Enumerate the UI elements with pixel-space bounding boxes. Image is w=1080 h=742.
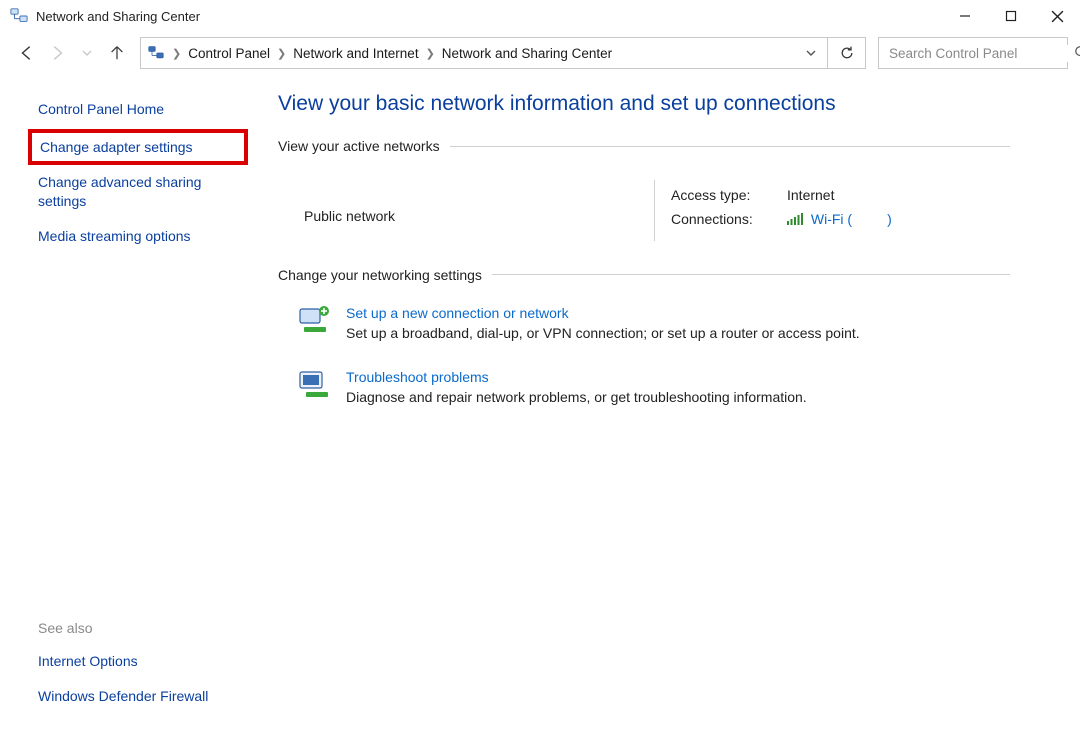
redacted-ssid: xxxxx [852,211,887,227]
option-troubleshoot: Troubleshoot problems Diagnose and repai… [298,359,1010,423]
wifi-connection-link[interactable]: Wi-Fi (xxxxx) [811,211,892,227]
change-settings-label: Change your networking settings [278,267,482,283]
option-new-connection-desc: Set up a broadband, dial-up, or VPN conn… [346,325,860,341]
main-content: View your basic network information and … [260,74,1080,742]
sidebar-link-internet-options[interactable]: Internet Options [28,644,260,679]
access-type-label: Access type: [671,184,771,208]
access-type-value: Internet [787,184,834,208]
search-box[interactable] [878,37,1068,69]
chevron-right-icon[interactable]: ❯ [171,47,182,60]
close-button[interactable] [1034,0,1080,32]
network-sharing-icon [147,44,165,62]
new-connection-icon [298,305,332,335]
active-network-panel: Public network Access type: Internet Con… [278,166,1010,267]
breadcrumb-network-internet[interactable]: Network and Internet [293,46,418,61]
network-type-label: Public network [304,208,654,224]
sidebar-link-windows-defender-firewall[interactable]: Windows Defender Firewall [28,679,260,714]
up-button[interactable] [102,38,132,68]
window-title: Network and Sharing Center [36,9,942,24]
forward-button[interactable] [42,38,72,68]
chevron-right-icon[interactable]: ❯ [425,47,436,60]
address-history-dropdown[interactable] [801,43,821,63]
chevron-right-icon[interactable]: ❯ [276,47,287,60]
sidebar-link-change-advanced-sharing[interactable]: Change advanced sharing settings [28,167,260,219]
maximize-button[interactable] [988,0,1034,32]
option-new-connection-link[interactable]: Set up a new connection or network [346,305,860,321]
connections-label: Connections: [671,208,771,233]
window-titlebar: Network and Sharing Center [0,0,1080,32]
option-new-connection: Set up a new connection or network Set u… [298,295,1010,359]
search-input[interactable] [887,45,1068,62]
change-settings-section-header: Change your networking settings [278,267,1010,283]
option-troubleshoot-link[interactable]: Troubleshoot problems [346,369,807,385]
network-sharing-icon [10,7,28,25]
recent-locations-button[interactable] [72,38,102,68]
toolbar: ❯ Control Panel ❯ Network and Internet ❯… [0,32,1080,74]
active-networks-label: View your active networks [278,138,440,154]
wifi-signal-icon [787,209,803,233]
minimize-button[interactable] [942,0,988,32]
back-button[interactable] [12,38,42,68]
sidebar-link-control-panel-home[interactable]: Control Panel Home [28,92,260,127]
see-also-heading: See also [28,612,260,644]
left-nav: Control Panel Home Change adapter settin… [0,74,260,742]
breadcrumb-network-sharing-center[interactable]: Network and Sharing Center [442,46,612,61]
active-networks-section-header: View your active networks [278,138,1010,154]
page-heading: View your basic network information and … [278,92,1010,116]
address-bar[interactable]: ❯ Control Panel ❯ Network and Internet ❯… [140,37,828,69]
refresh-button[interactable] [828,37,866,69]
search-icon[interactable] [1074,45,1080,62]
option-troubleshoot-desc: Diagnose and repair network problems, or… [346,389,807,405]
sidebar-link-change-adapter-settings[interactable]: Change adapter settings [28,129,248,165]
troubleshoot-icon [298,369,332,399]
breadcrumb-control-panel[interactable]: Control Panel [188,46,270,61]
sidebar-link-media-streaming[interactable]: Media streaming options [28,219,260,254]
